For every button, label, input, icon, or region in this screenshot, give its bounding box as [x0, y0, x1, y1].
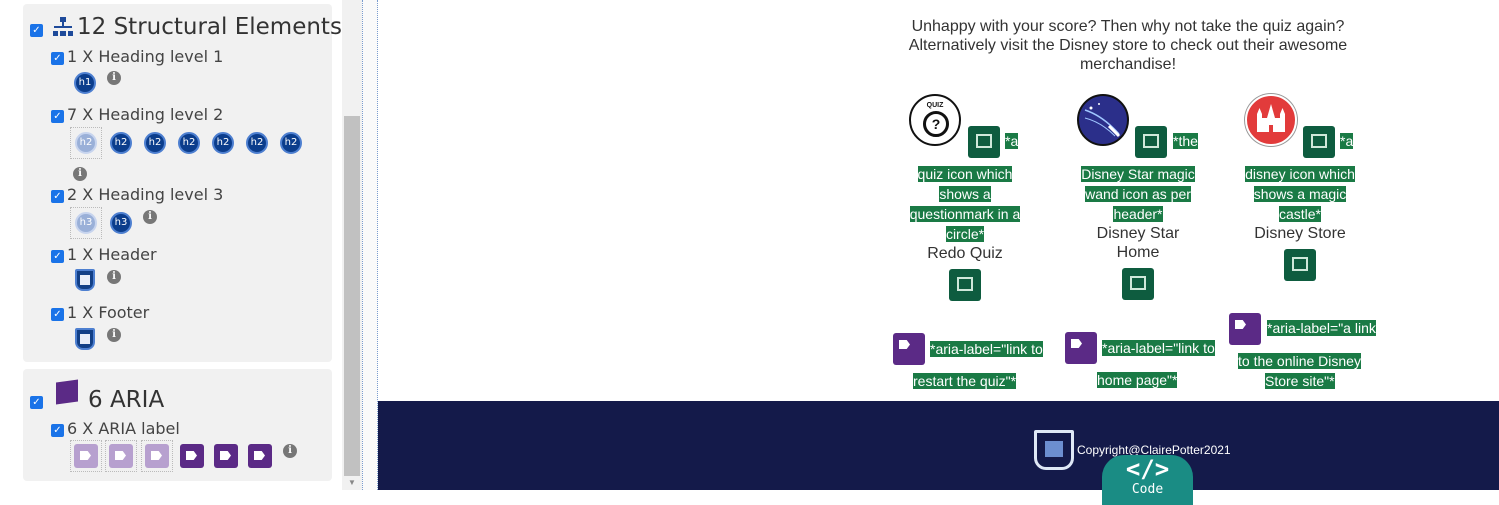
h2-icon[interactable]: h2 [75, 132, 97, 154]
sidebar: ✓ 12 Structural Elements ✓ 1 X Heading l… [0, 0, 362, 490]
info-icon[interactable]: i [107, 270, 121, 284]
image-icon[interactable] [949, 269, 981, 301]
aria-label-text: *aria-label="link to [930, 341, 1043, 357]
magic-wand-icon[interactable] [1077, 94, 1129, 146]
info-icon[interactable]: i [143, 210, 157, 224]
alt-text: quiz icon which shows a questionmark in … [909, 166, 1021, 242]
code-icon: </> [1125, 455, 1170, 483]
aria-tag-icon[interactable] [1065, 332, 1097, 364]
code-toggle-button[interactable]: </> Code [1102, 455, 1193, 505]
aria-title: 6 ARIA [88, 387, 165, 413]
alt-text-first: *a [1005, 133, 1019, 149]
aria-tag-icon[interactable] [893, 333, 925, 365]
disney-star-home-link[interactable]: Disney Star Home [1071, 224, 1205, 262]
h2-icon[interactable]: h2 [212, 132, 234, 154]
quiz-icon[interactable]: QUIZ ? [909, 94, 961, 146]
header-checkbox[interactable]: ✓ [51, 250, 64, 263]
scrollbar-thumb[interactable] [344, 116, 360, 476]
aria-label-checkbox[interactable]: ✓ [51, 424, 64, 437]
aria-tag-icon[interactable] [180, 444, 204, 468]
aria-label-text: *aria-label="a link [1267, 320, 1376, 336]
aria-tag-icon[interactable] [74, 444, 98, 468]
aria-cube-icon [56, 379, 78, 405]
message-line: Alternatively visit the Disney store to … [908, 37, 1348, 54]
alt-text: disney icon which shows a magic castle* [1245, 166, 1355, 222]
image-alt-icon[interactable] [968, 126, 1000, 158]
aria-label-text: home page"* [1097, 372, 1178, 388]
message-line: merchandise! [1079, 56, 1177, 73]
heading2-label: 7 X Heading level 2 [67, 105, 224, 124]
alt-text: Disney Star magic wand icon as per heade… [1081, 166, 1195, 222]
heading3-checkbox[interactable]: ✓ [51, 190, 64, 203]
sitemap-icon [53, 17, 73, 36]
aria-label-text: to the online Disney [1238, 353, 1361, 369]
structural-checkbox[interactable]: ✓ [30, 24, 43, 37]
info-icon[interactable]: i [73, 167, 87, 181]
footer-icon[interactable] [75, 328, 95, 350]
message-line: Unhappy with your score? Then why not ta… [911, 18, 1345, 35]
alt-text-first: *the [1173, 133, 1198, 149]
h2-icon[interactable]: h2 [110, 132, 132, 154]
image-icon[interactable] [1284, 249, 1316, 281]
page-footer [378, 401, 1499, 490]
heading1-label: 1 X Heading level 1 [67, 47, 224, 66]
code-label: Code [1131, 482, 1164, 497]
h1-icon[interactable]: h1 [74, 72, 96, 94]
alt-text-first: *a [1340, 133, 1354, 149]
retry-message: Unhappy with your score? Then why not ta… [890, 17, 1366, 74]
aria-label-text: restart the quiz"* [913, 373, 1017, 389]
h2-icon[interactable]: h2 [144, 132, 166, 154]
image-icon[interactable] [1122, 268, 1154, 300]
image-alt-icon[interactable] [1303, 126, 1335, 158]
h2-icon[interactable]: h2 [178, 132, 200, 154]
info-icon[interactable]: i [107, 328, 121, 342]
aria-tag-icon[interactable] [214, 444, 238, 468]
aria-tag-icon[interactable] [145, 444, 169, 468]
aria-label-text: *aria-label="link to [1102, 340, 1215, 356]
h2-icon[interactable]: h2 [280, 132, 302, 154]
footer-checkbox[interactable]: ✓ [51, 308, 64, 321]
panel-divider[interactable] [362, 0, 378, 490]
redo-quiz-link[interactable]: Redo Quiz [900, 244, 1030, 263]
header-icon[interactable] [75, 269, 95, 291]
footer-label: 1 X Footer [67, 303, 150, 322]
info-icon[interactable]: i [107, 71, 121, 85]
h3-icon[interactable]: h3 [75, 212, 97, 234]
heading3-label: 2 X Heading level 3 [67, 185, 224, 204]
aria-tag-icon[interactable] [1229, 313, 1261, 345]
info-icon[interactable]: i [283, 444, 297, 458]
h2-icon[interactable]: h2 [246, 132, 268, 154]
aria-label-label: 6 X ARIA label [67, 419, 180, 438]
image-alt-icon[interactable] [1135, 126, 1167, 158]
aria-tag-icon[interactable] [248, 444, 272, 468]
heading2-checkbox[interactable]: ✓ [51, 110, 64, 123]
aria-checkbox[interactable]: ✓ [30, 396, 43, 409]
castle-icon[interactable] [1245, 94, 1297, 146]
disney-store-link[interactable]: Disney Store [1233, 224, 1367, 243]
header-label: 1 X Header [67, 245, 157, 264]
h3-icon[interactable]: h3 [110, 212, 132, 234]
aria-tag-icon[interactable] [109, 444, 133, 468]
aria-label-text: Store site"* [1265, 373, 1335, 389]
structural-title: 12 Structural Elements [77, 14, 342, 40]
heading1-checkbox[interactable]: ✓ [51, 52, 64, 65]
scroll-down-arrow[interactable]: ▼ [346, 478, 358, 488]
footer-element-icon[interactable] [1034, 430, 1074, 470]
